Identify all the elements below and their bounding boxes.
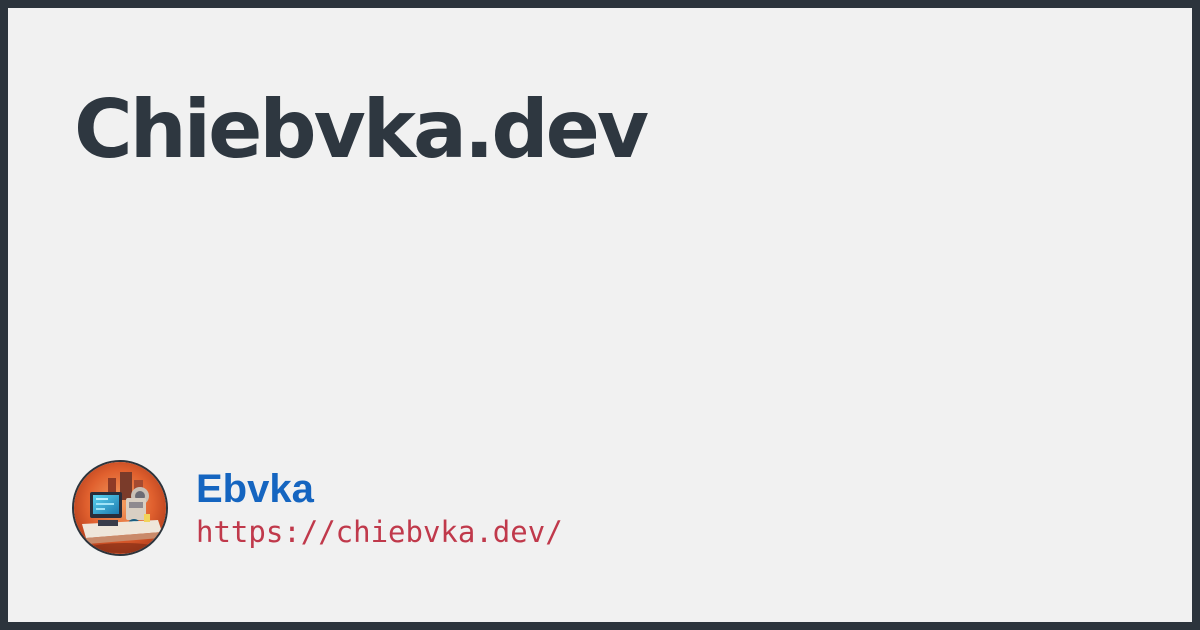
robot-workshop-avatar-icon <box>74 462 166 554</box>
og-card: Chiebvka.dev Ebvka https://chiebvka.dev/ <box>8 8 1192 622</box>
author-avatar <box>72 460 168 556</box>
author-meta: Ebvka https://chiebvka.dev/ <box>196 466 563 550</box>
author-url[interactable]: https://chiebvka.dev/ <box>196 514 563 550</box>
site-title: Chiebvka.dev <box>74 83 649 176</box>
author-name: Ebvka <box>196 467 314 511</box>
author-block: Ebvka https://chiebvka.dev/ <box>72 458 563 558</box>
